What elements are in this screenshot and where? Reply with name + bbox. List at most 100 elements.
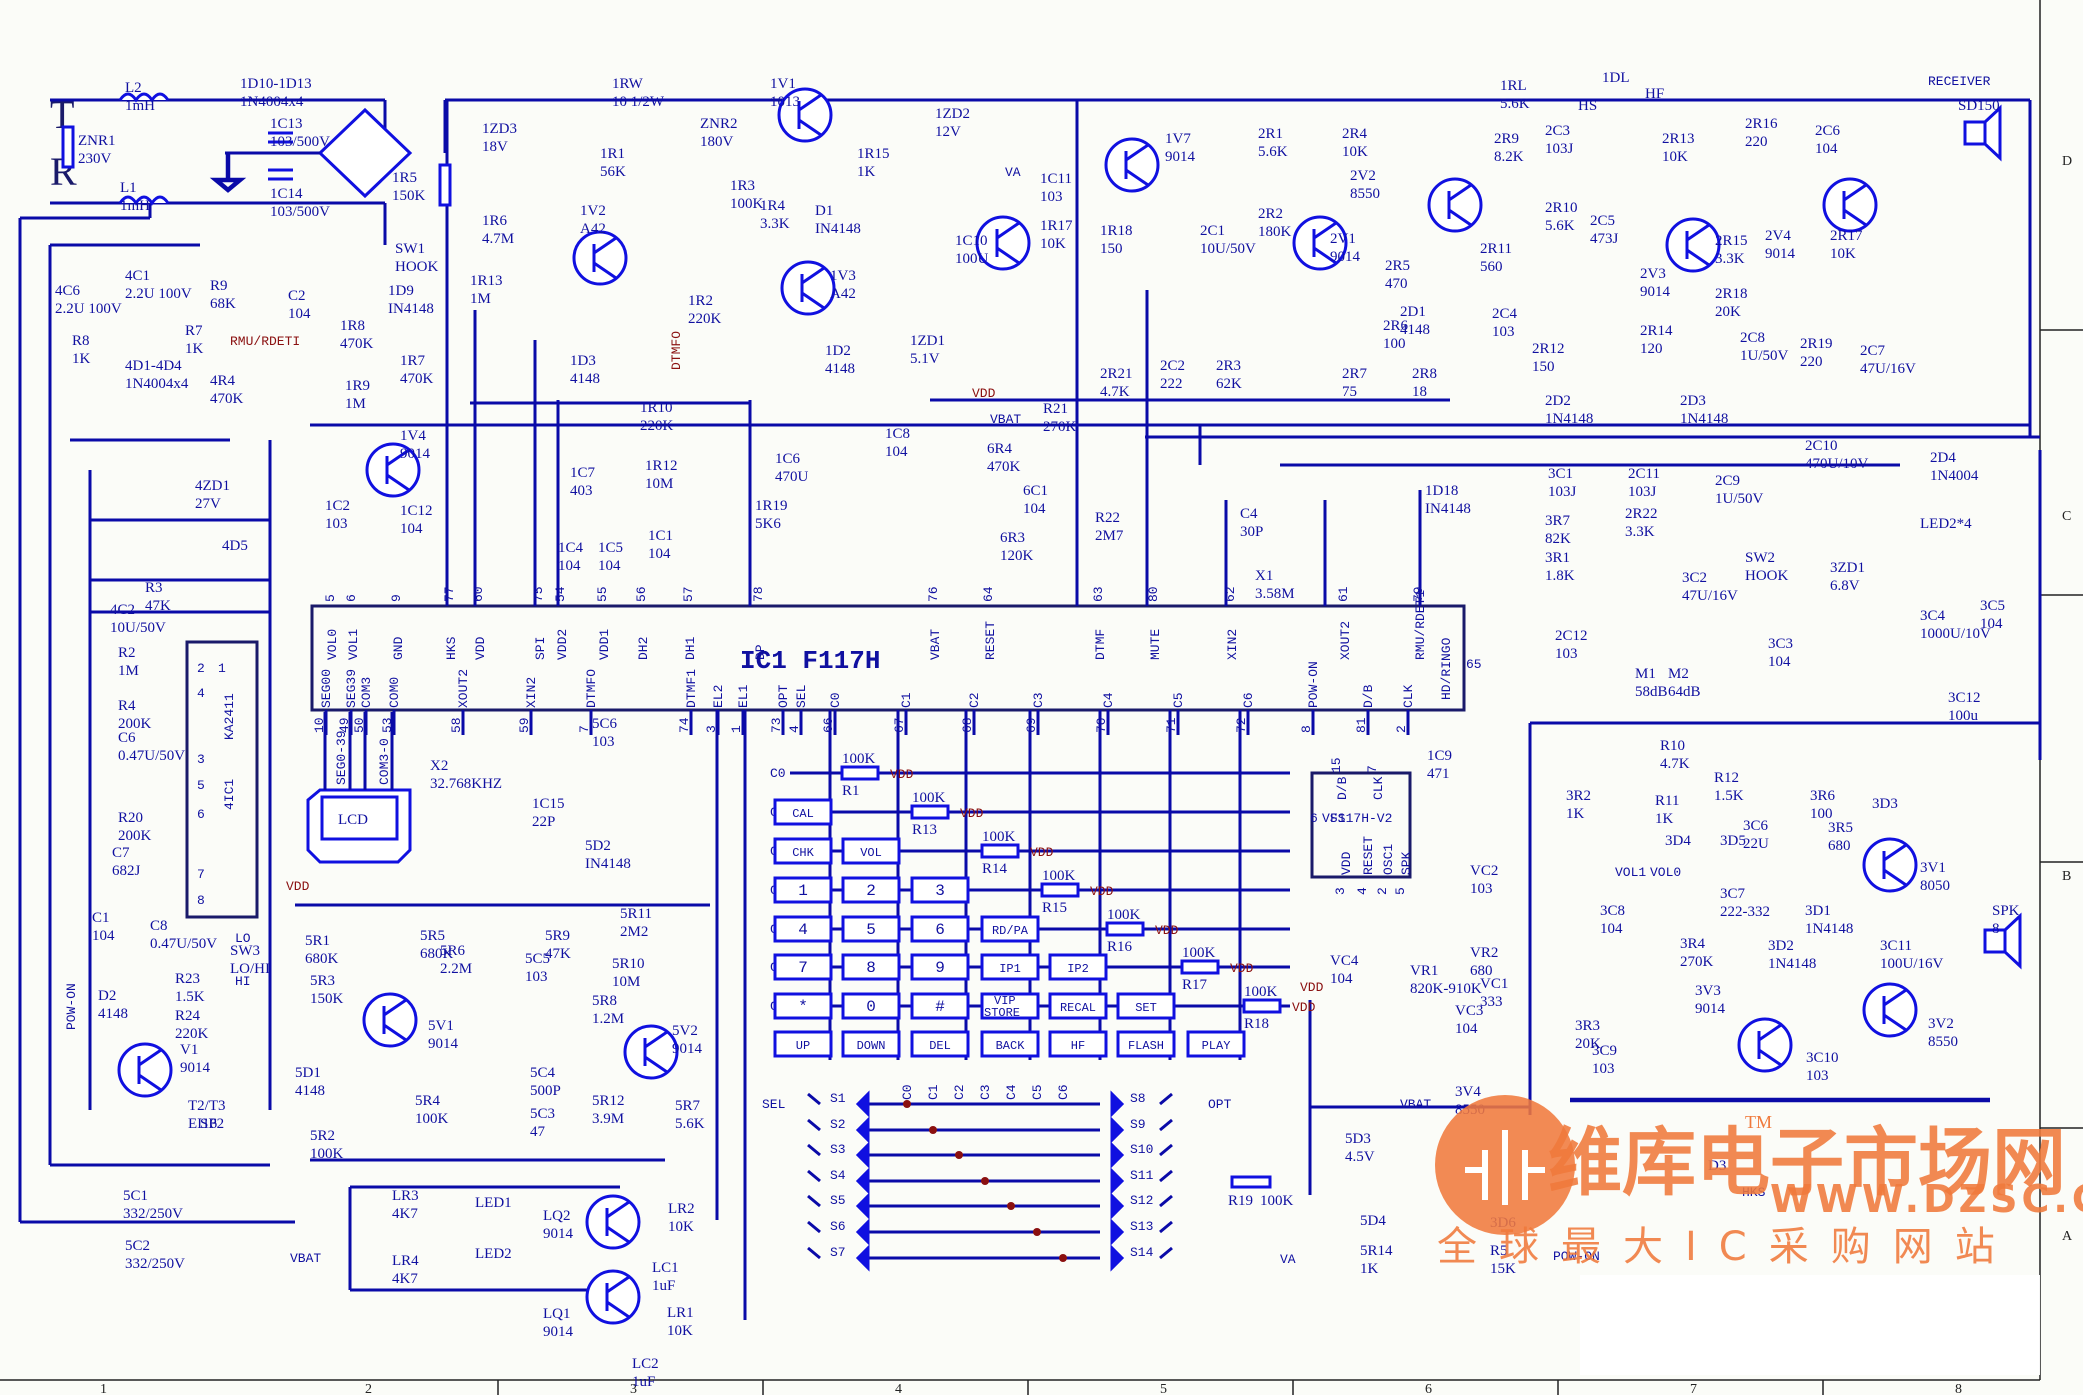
option-switch[interactable]: S13: [1110, 1218, 1173, 1246]
keypad-key[interactable]: FLASH: [1116, 1030, 1176, 1058]
component-label: LC21uF: [632, 1356, 659, 1390]
keypad-key[interactable]: RD/PA: [980, 915, 1040, 943]
option-switch[interactable]: S4: [807, 1167, 870, 1195]
svg-text:HD/RINGO: HD/RINGO: [1439, 637, 1454, 700]
keypad-key[interactable]: 3: [910, 876, 970, 904]
component-value: 1uF: [632, 1374, 655, 1390]
keypad-key[interactable]: 0: [841, 992, 901, 1020]
component-ref: 2R21: [1100, 366, 1133, 382]
keypad-key[interactable]: RECAL: [1048, 992, 1108, 1020]
keypad-key[interactable]: 1: [773, 876, 833, 904]
component-ref: 3V2: [1928, 1016, 1954, 1032]
component-label: 2C3 103J: [1545, 123, 1574, 157]
keypad-key[interactable]: 8: [841, 953, 901, 981]
component-ref: 2D1: [1400, 304, 1426, 320]
keypad-key[interactable]: 2: [841, 876, 901, 904]
component-value: IN4148: [585, 856, 631, 872]
component-ref: 1R7: [400, 353, 426, 369]
keypad-key[interactable]: 5: [841, 915, 901, 943]
component-ref: 5R12: [592, 1093, 625, 1109]
keypad-key[interactable]: IP1: [980, 953, 1040, 981]
component-label: 1R15 1K: [857, 146, 890, 180]
component-ref: ZNR1: [78, 133, 116, 149]
component-value: 104: [1815, 141, 1838, 157]
component-value: 9014: [180, 1060, 211, 1076]
keypad-key[interactable]: *: [773, 992, 833, 1020]
keypad-key[interactable]: CHK: [773, 837, 833, 865]
option-switch[interactable]: S8: [1110, 1090, 1173, 1118]
keypad-key[interactable]: 7: [773, 953, 833, 981]
pin-number: 2: [1394, 725, 1409, 733]
pin-name: POW-ON: [1306, 661, 1321, 708]
option-switch[interactable]: S2: [807, 1116, 870, 1144]
option-switch[interactable]: S7: [807, 1244, 870, 1272]
pin-name: D/B: [1361, 684, 1376, 708]
component-ref: 5R9: [545, 928, 570, 944]
keypad-key[interactable]: CAL: [773, 798, 833, 826]
keypad-key[interactable]: SET: [1116, 992, 1176, 1020]
option-switch[interactable]: S1: [807, 1090, 870, 1118]
keypad-key[interactable]: VIPSTORE: [980, 992, 1040, 1020]
component-ref: 1R5: [392, 170, 417, 186]
keypad-key[interactable]: 4: [773, 915, 833, 943]
keypad-key[interactable]: 6: [910, 915, 970, 943]
component-value: A42: [580, 221, 606, 237]
component-label: C6 0.47U/50V: [118, 730, 185, 764]
component-label: C7 682J: [112, 845, 141, 879]
component-label: 1D10-1D13 1N4004x4: [240, 76, 312, 110]
keypad-key[interactable]: DEL: [910, 1030, 970, 1058]
component-value: 220: [1800, 354, 1823, 370]
component-value: 10K: [668, 1219, 694, 1235]
keypad-key[interactable]: DOWN: [841, 1030, 901, 1058]
component-label: VC4104: [1330, 953, 1359, 987]
pin-name: XIN2: [524, 677, 539, 708]
option-switch[interactable]: S6: [807, 1218, 870, 1246]
pin-name: EL2: [711, 685, 726, 708]
svg-text:100K: 100K: [1260, 1193, 1294, 1209]
svg-text:5: 5: [1393, 887, 1408, 895]
component-value: 1K: [1566, 806, 1585, 822]
key-label: 0: [866, 998, 876, 1016]
keypad-key[interactable]: IP2: [1048, 953, 1108, 981]
pin-number: 81: [1354, 717, 1369, 733]
component-label: 3R5680: [1828, 820, 1853, 854]
keypad-key[interactable]: 9: [910, 953, 970, 981]
component-label: 2V3 9014: [1640, 266, 1671, 300]
component-ref: 2R4: [1342, 126, 1368, 142]
option-switch[interactable]: S10: [1110, 1141, 1173, 1169]
keypad-key[interactable]: BACK: [980, 1030, 1040, 1058]
keypad-key[interactable]: UP: [773, 1030, 833, 1058]
component-ref: 2R9: [1494, 131, 1519, 147]
pin-number: 3: [704, 725, 719, 733]
seg-label: SEG0-39: [334, 730, 349, 785]
component-value: 1N4004: [1930, 468, 1979, 484]
component-value: 6.8V: [1830, 578, 1860, 594]
pin-name: EL1: [736, 684, 751, 708]
option-switch[interactable]: S3: [807, 1141, 870, 1169]
varistor-znr1: [61, 125, 75, 169]
option-switch[interactable]: S9: [1110, 1116, 1173, 1144]
keypad-key[interactable]: PLAY: [1186, 1030, 1246, 1058]
option-switch[interactable]: S14: [1110, 1244, 1173, 1272]
component-label: 6R3 120K: [1000, 530, 1034, 564]
option-switch[interactable]: S12: [1110, 1192, 1173, 1220]
ic1-pin: 64 RESET: [981, 586, 998, 660]
keypad-key[interactable]: HF: [1048, 1030, 1108, 1058]
component-ref: C6: [118, 730, 136, 746]
component-ref: 2C2: [1160, 358, 1185, 374]
component-value: 4K7: [392, 1271, 418, 1287]
component-ref: R10: [1660, 738, 1685, 754]
svg-text:S14: S14: [1130, 1245, 1154, 1260]
watermark: 维库电子市场网 TM WWW.DZSC.COM 全球最大IC采购网站: [1435, 1095, 2083, 1375]
component-value: 470U/10V: [1805, 456, 1869, 472]
component-ref: LR1: [667, 1305, 694, 1321]
component-label: 2R13 10K: [1662, 131, 1695, 165]
pin-number: 75: [531, 586, 546, 602]
option-switch[interactable]: S5: [807, 1192, 870, 1220]
keypad-key[interactable]: VOL: [841, 837, 901, 865]
option-switch[interactable]: S11: [1110, 1167, 1173, 1195]
receiver-speaker: RECEIVER: [1928, 74, 2002, 162]
pin-number: 78: [751, 586, 766, 602]
component-ref: SW2: [1745, 550, 1775, 566]
keypad-key[interactable]: #: [910, 992, 970, 1020]
